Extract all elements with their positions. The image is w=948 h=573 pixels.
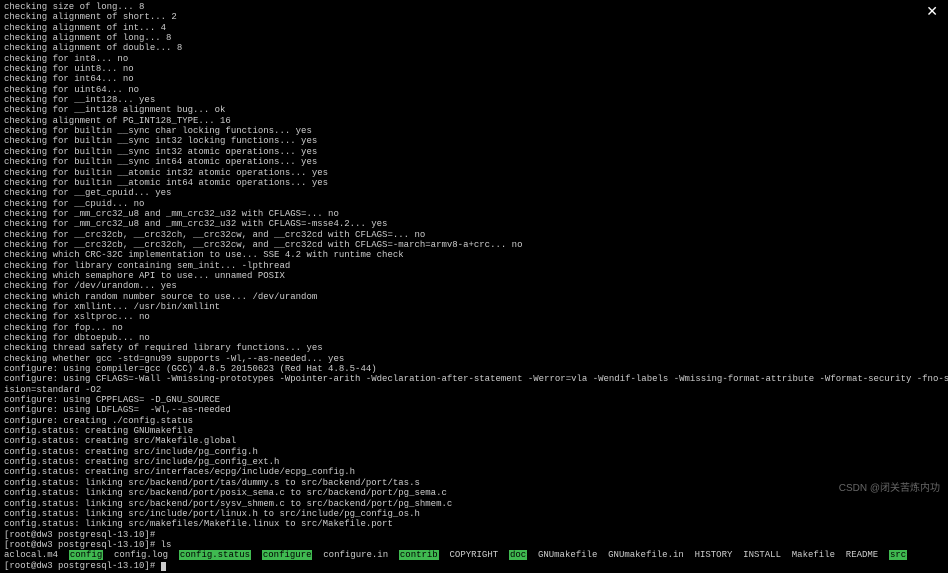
terminal-line: checking whether gcc -std=gnu99 supports…: [4, 354, 944, 364]
terminal-line: config.status: linking src/backend/port/…: [4, 499, 944, 509]
ls-dir-entry: configure: [262, 550, 313, 560]
ls-file-entry: [251, 550, 262, 560]
terminal-line: checking alignment of double... 8: [4, 43, 944, 53]
prompt-text: [root@dw3 postgresql-13.10]#: [4, 561, 161, 571]
terminal-line: checking which semaphore API to use... u…: [4, 271, 944, 281]
terminal-line: [root@dw3 postgresql-13.10]#: [4, 530, 944, 540]
terminal-line: configure: using compiler=gcc (GCC) 4.8.…: [4, 364, 944, 374]
terminal-line: configure: using CPPFLAGS= -D_GNU_SOURCE: [4, 395, 944, 405]
watermark-label: CSDN @闭关苦炼内功: [839, 483, 940, 495]
terminal-line: checking which CRC-32C implementation to…: [4, 250, 944, 260]
terminal-line: checking for __int128... yes: [4, 95, 944, 105]
ls-output-line: aclocal.m4 config config.log config.stat…: [4, 550, 944, 560]
terminal-line: checking for xmllint... /usr/bin/xmllint: [4, 302, 944, 312]
terminal-line: checking for __crc32cb, __crc32ch, __crc…: [4, 240, 944, 250]
terminal-line: config.status: creating GNUmakefile: [4, 426, 944, 436]
terminal-line: checking for fop... no: [4, 323, 944, 333]
terminal-line: checking for /dev/urandom... yes: [4, 281, 944, 291]
terminal-line: checking for xsltproc... no: [4, 312, 944, 322]
terminal-line: checking for library containing sem_init…: [4, 261, 944, 271]
terminal-line: config.status: linking src/makefiles/Mak…: [4, 519, 944, 529]
ls-file-entry: COPYRIGHT: [439, 550, 509, 560]
terminal-line: checking for builtin __sync int32 atomic…: [4, 147, 944, 157]
ls-dir-entry: contrib: [399, 550, 439, 560]
ls-dir-entry: config: [69, 550, 103, 560]
terminal-line: configure: creating ./config.status: [4, 416, 944, 426]
ls-file-entry: configure.in: [312, 550, 398, 560]
terminal-line: checking for builtin __atomic int32 atom…: [4, 168, 944, 178]
ls-file-entry: config.log: [103, 550, 179, 560]
terminal-line: config.status: linking src/backend/port/…: [4, 478, 944, 488]
terminal-line: checking for __crc32cb, __crc32ch, __crc…: [4, 230, 944, 240]
ls-dir-entry: src: [889, 550, 907, 560]
terminal-line: checking alignment of short... 2: [4, 12, 944, 22]
terminal-line: checking for builtin __atomic int64 atom…: [4, 178, 944, 188]
terminal-line: config.status: creating src/include/pg_c…: [4, 457, 944, 467]
terminal-line: config.status: creating src/interfaces/e…: [4, 467, 944, 477]
terminal-line: checking for int8... no: [4, 54, 944, 64]
terminal-line: checking for uint64... no: [4, 85, 944, 95]
ls-file-entry: aclocal.m4: [4, 550, 69, 560]
terminal-line: ision=standard -O2: [4, 385, 944, 395]
terminal-line: checking for _mm_crc32_u8 and _mm_crc32_…: [4, 219, 944, 229]
ls-dir-entry: doc: [509, 550, 527, 560]
terminal-line: checking for builtin __sync int64 atomic…: [4, 157, 944, 167]
terminal-line: checking which random number source to u…: [4, 292, 944, 302]
terminal-line: checking for __get_cpuid... yes: [4, 188, 944, 198]
terminal-line: config.status: creating src/Makefile.glo…: [4, 436, 944, 446]
terminal-line: checking for dbtoepub... no: [4, 333, 944, 343]
terminal-line: checking for uint8... no: [4, 64, 944, 74]
terminal-line: configure: using CFLAGS=-Wall -Wmissing-…: [4, 374, 944, 384]
terminal-line: checking for __int128 alignment bug... o…: [4, 105, 944, 115]
terminal-line: [root@dw3 postgresql-13.10]# ls: [4, 540, 944, 550]
terminal-line: checking thread safety of required libra…: [4, 343, 944, 353]
prompt-line[interactable]: [root@dw3 postgresql-13.10]#: [4, 561, 944, 571]
terminal-line: checking alignment of int... 4: [4, 23, 944, 33]
terminal-line: checking size of long... 8: [4, 2, 944, 12]
terminal-output[interactable]: checking size of long... 8checking align…: [0, 0, 948, 573]
terminal-line: checking for builtin __sync char locking…: [4, 126, 944, 136]
terminal-line: checking for _mm_crc32_u8 and _mm_crc32_…: [4, 209, 944, 219]
ls-dir-entry: config.status: [179, 550, 251, 560]
terminal-line: config.status: linking src/backend/port/…: [4, 488, 944, 498]
terminal-line: checking alignment of PG_INT128_TYPE... …: [4, 116, 944, 126]
terminal-line: checking alignment of long... 8: [4, 33, 944, 43]
terminal-line: checking for builtin __sync int32 lockin…: [4, 136, 944, 146]
terminal-line: configure: using LDFLAGS= -Wl,--as-neede…: [4, 405, 944, 415]
cursor: [161, 562, 166, 571]
close-icon[interactable]: ✕: [926, 6, 938, 20]
terminal-line: checking for __cpuid... no: [4, 199, 944, 209]
terminal-line: config.status: linking src/include/port/…: [4, 509, 944, 519]
terminal-line: checking for int64... no: [4, 74, 944, 84]
ls-file-entry: GNUmakefile GNUmakefile.in HISTORY INSTA…: [527, 550, 889, 560]
terminal-line: config.status: creating src/include/pg_c…: [4, 447, 944, 457]
